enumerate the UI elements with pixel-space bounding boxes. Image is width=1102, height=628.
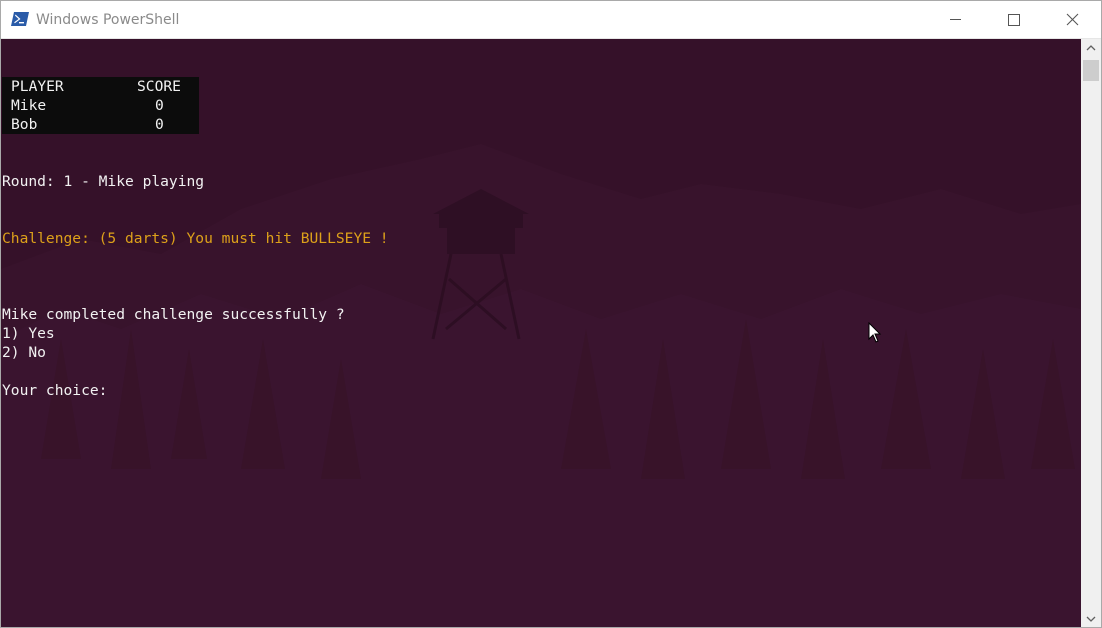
mouse-pointer-icon	[868, 322, 882, 343]
scroll-down-button[interactable]	[1081, 610, 1101, 627]
option-no: 2) No	[2, 344, 46, 361]
scoreboard-player-score: 0	[155, 97, 164, 114]
powershell-window: Windows PowerShell PLAYER SCORE Mike 0 B…	[0, 0, 1102, 628]
question-line: Mike completed challenge successfully ?	[2, 306, 345, 323]
choice-prompt[interactable]: Your choice:	[2, 381, 107, 400]
close-button[interactable]	[1043, 1, 1101, 38]
window-title: Windows PowerShell	[36, 12, 180, 28]
console-area[interactable]: PLAYER SCORE Mike 0 Bob 0 Round: 1 - Mik…	[1, 39, 1081, 627]
console-text: PLAYER SCORE Mike 0 Bob 0 Round: 1 - Mik…	[1, 39, 1081, 627]
scoreboard-player-name: Mike	[11, 97, 47, 114]
scoreboard-player-score: 0	[155, 116, 164, 133]
round-line: Round: 1 - Mike playing	[2, 173, 205, 190]
chevron-down-icon	[1086, 616, 1096, 622]
maximize-button[interactable]	[984, 1, 1042, 38]
scoreboard-player-name: Bob	[11, 116, 38, 133]
vertical-scrollbar[interactable]	[1081, 39, 1101, 627]
maximize-icon	[1008, 14, 1020, 26]
scoreboard-table: PLAYER SCORE Mike 0 Bob 0	[2, 77, 199, 134]
scroll-up-button[interactable]	[1081, 39, 1101, 57]
minimize-button[interactable]	[926, 1, 984, 38]
minimize-icon	[950, 19, 961, 20]
option-yes: 1) Yes	[2, 325, 55, 342]
chevron-up-icon	[1086, 45, 1096, 51]
scoreboard-header-score: SCORE	[137, 78, 181, 95]
challenge-line: Challenge: (5 darts) You must hit BULLSE…	[2, 230, 389, 247]
scroll-thumb[interactable]	[1083, 60, 1099, 81]
close-icon	[1066, 13, 1079, 26]
title-bar[interactable]: Windows PowerShell	[1, 1, 1101, 39]
powershell-icon	[11, 11, 29, 27]
scoreboard-header-player: PLAYER	[11, 78, 64, 95]
